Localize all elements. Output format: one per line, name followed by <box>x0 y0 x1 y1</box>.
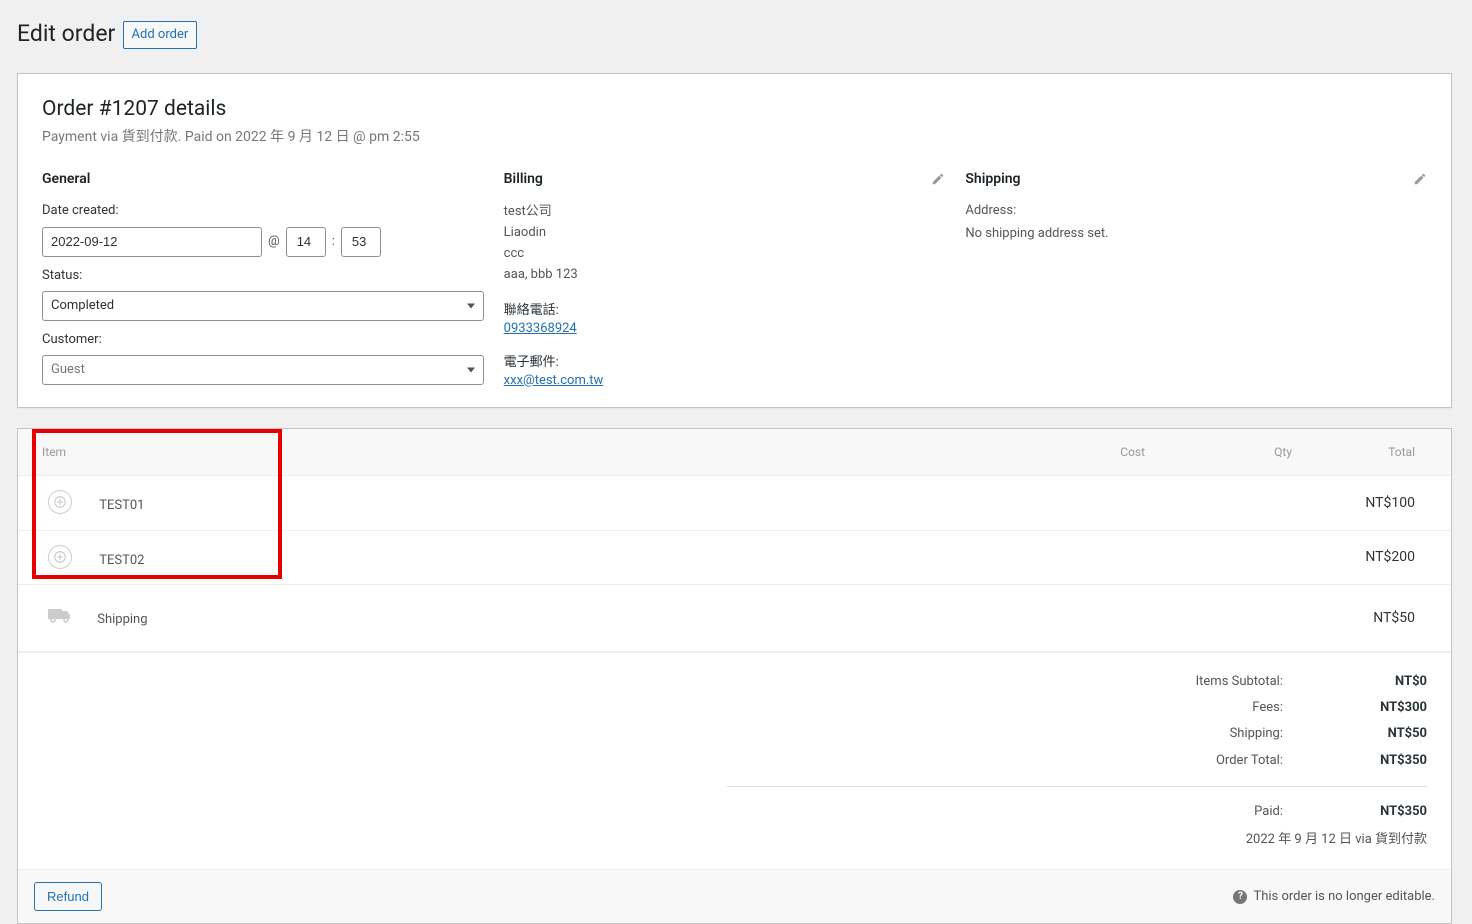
shipping-heading: Shipping <box>965 170 1020 188</box>
item-total: NT$200 <box>1304 530 1451 584</box>
billing-email-link[interactable]: xxx@test.com.tw <box>504 373 604 388</box>
shipping-no-address: No shipping address set. <box>965 226 1108 241</box>
colon-separator: : <box>332 233 335 251</box>
info-icon: ? <box>1233 890 1247 904</box>
placeholder-thumb-icon <box>48 490 72 514</box>
line-item-row: TEST01 NT$100 <box>18 476 1451 530</box>
items-subtotal-label: Items Subtotal: <box>1127 673 1307 691</box>
customer-value: Guest <box>51 361 85 379</box>
order-total-label: Order Total: <box>1127 752 1307 770</box>
customer-select[interactable]: Guest <box>42 355 484 385</box>
general-heading: General <box>42 170 484 188</box>
shipping-total-label: Shipping: <box>1127 725 1307 743</box>
line-item-row: TEST02 NT$200 <box>18 530 1451 584</box>
not-editable-notice: This order is no longer editable. <box>1253 888 1435 906</box>
refund-button[interactable]: Refund <box>34 882 102 911</box>
page-title: Edit order <box>2 10 115 53</box>
shipping-name[interactable]: Shipping <box>97 612 147 627</box>
customer-label: Customer: <box>42 331 484 349</box>
placeholder-thumb-icon <box>48 545 72 569</box>
fees-value: NT$300 <box>1307 699 1427 717</box>
shipping-total: NT$50 <box>1304 584 1451 651</box>
item-total: NT$100 <box>1304 476 1451 530</box>
order-subtext: Payment via 貨到付款. Paid on 2022 年 9 月 12 … <box>42 128 1427 146</box>
minute-input[interactable] <box>341 227 381 257</box>
date-created-label: Date created: <box>42 202 484 220</box>
billing-line3: ccc <box>504 244 946 265</box>
billing-line1: test公司 <box>504 202 946 223</box>
billing-phone-link[interactable]: 0933368924 <box>504 321 577 336</box>
pencil-icon[interactable] <box>931 172 945 186</box>
truck-icon <box>48 607 70 623</box>
date-input[interactable] <box>42 227 262 257</box>
col-cost: Cost <box>1120 445 1145 459</box>
hour-input[interactable] <box>286 227 326 257</box>
shipping-address-label: Address: <box>965 202 1427 220</box>
billing-line2: Liaodin <box>504 223 946 244</box>
col-qty: Qty <box>1274 445 1292 459</box>
billing-email-label: 電子郵件: <box>504 354 946 372</box>
fees-label: Fees: <box>1127 699 1307 717</box>
status-select[interactable]: Completed <box>42 291 484 321</box>
items-subtotal-value: NT$0 <box>1307 673 1427 691</box>
status-label: Status: <box>42 267 484 285</box>
shipping-total-value: NT$50 <box>1307 725 1427 743</box>
billing-line4: aaa, bbb 123 <box>504 265 946 286</box>
order-total-value: NT$350 <box>1307 752 1427 770</box>
at-separator: @ <box>268 233 280 251</box>
billing-phone-label: 聯絡電話: <box>504 302 946 320</box>
billing-heading: Billing <box>504 170 543 188</box>
add-order-button[interactable]: Add order <box>123 21 198 49</box>
col-total: Total <box>1388 445 1415 459</box>
order-heading: Order #1207 details <box>42 97 1427 122</box>
pencil-icon[interactable] <box>1413 172 1427 186</box>
col-item: Item <box>42 445 66 459</box>
paid-value: NT$350 <box>1307 803 1427 821</box>
paid-date: 2022 年 9 月 12 日 via 貨到付款 <box>727 831 1427 849</box>
status-value: Completed <box>51 297 114 315</box>
paid-label: Paid: <box>1127 803 1307 821</box>
item-name[interactable]: TEST02 <box>99 553 144 568</box>
item-name[interactable]: TEST01 <box>99 498 144 513</box>
shipping-row: Shipping NT$50 <box>18 584 1451 651</box>
